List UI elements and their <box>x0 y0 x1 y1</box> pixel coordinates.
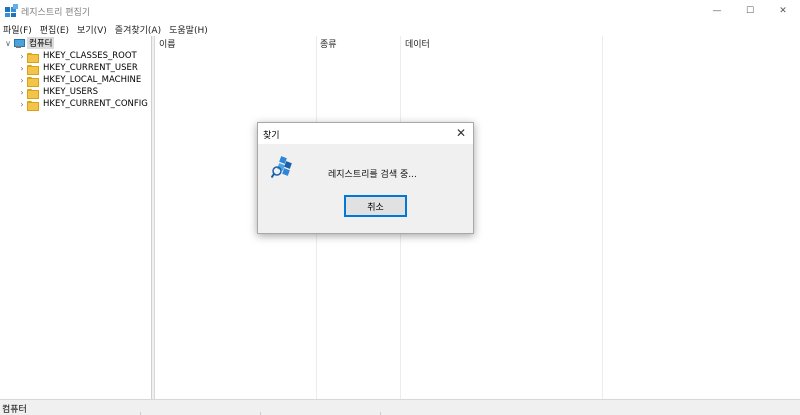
minimize-button[interactable]: — <box>700 0 734 22</box>
folder-icon <box>27 64 39 75</box>
column-header-name[interactable]: 이름 <box>159 37 176 50</box>
title-bar: 레지스트리 편집기 — ☐ ✕ <box>0 0 800 22</box>
values-list-pane[interactable]: 이름 종류 데이터 <box>156 36 800 399</box>
menu-favorites[interactable]: 즐겨찾기(A) <box>115 23 161 36</box>
tree-pane[interactable]: ∨ 컴퓨터 › HKEY_CLASSES_ROOT › HKEY_CURRENT… <box>0 36 152 399</box>
tree-item-label: HKEY_CURRENT_USER <box>43 63 138 73</box>
tree-item-hkcc[interactable]: › HKEY_CURRENT_CONFIG <box>17 98 148 111</box>
tree-item-hklm[interactable]: › HKEY_LOCAL_MACHINE <box>17 74 142 87</box>
folder-icon <box>27 88 39 99</box>
tree-item-hkcu[interactable]: › HKEY_CURRENT_USER <box>17 62 138 75</box>
dialog-title-bar: 찾기 ✕ <box>258 123 473 144</box>
close-icon[interactable]: ✕ <box>454 126 468 140</box>
tree-item-computer[interactable]: ∨ 컴퓨터 <box>3 37 55 49</box>
menu-file[interactable]: 파일(F) <box>3 23 32 36</box>
registry-search-icon <box>271 156 292 179</box>
chevron-right-icon[interactable]: › <box>17 88 27 97</box>
tree-item-label: HKEY_CLASSES_ROOT <box>43 51 137 61</box>
menu-help[interactable]: 도움말(H) <box>169 23 208 36</box>
regedit-app-icon <box>5 4 18 17</box>
status-bar: 컴퓨터 <box>0 399 800 415</box>
chevron-right-icon[interactable]: › <box>17 100 27 109</box>
column-divider[interactable] <box>602 36 603 399</box>
tree-item-label: 컴퓨터 <box>27 37 55 49</box>
menu-edit[interactable]: 편집(E) <box>40 23 69 36</box>
chevron-right-icon[interactable]: › <box>17 76 27 85</box>
column-header-data[interactable]: 데이터 <box>405 37 430 50</box>
menu-view[interactable]: 보기(V) <box>77 23 107 36</box>
tree-item-label: HKEY_LOCAL_MACHINE <box>43 75 142 85</box>
dialog-title: 찾기 <box>263 131 280 141</box>
chevron-right-icon[interactable]: › <box>17 52 27 61</box>
maximize-button[interactable]: ☐ <box>733 0 767 22</box>
chevron-down-icon[interactable]: ∨ <box>3 39 13 48</box>
status-path: 컴퓨터 <box>2 405 27 415</box>
close-window-button[interactable]: ✕ <box>766 0 800 22</box>
tree-item-hku[interactable]: › HKEY_USERS <box>17 86 99 99</box>
window-title: 레지스트리 편집기 <box>21 8 91 18</box>
folder-icon <box>27 52 39 63</box>
folder-icon <box>27 76 39 87</box>
tree-item-label: HKEY_USERS <box>43 87 99 97</box>
cancel-button[interactable]: 취소 <box>344 195 407 217</box>
tree-item-hkcr[interactable]: › HKEY_CLASSES_ROOT <box>17 50 137 63</box>
chevron-right-icon[interactable]: › <box>17 64 27 73</box>
find-dialog: 찾기 ✕ 레지스트리를 검색 중... 취소 <box>257 122 474 234</box>
folder-icon <box>27 100 39 111</box>
pane-splitter[interactable] <box>152 36 155 399</box>
column-header-type[interactable]: 종류 <box>320 37 337 50</box>
computer-icon <box>13 38 25 48</box>
menu-bar: 파일(F) 편집(E) 보기(V) 즐겨찾기(A) 도움말(H) <box>0 22 800 36</box>
tree-item-label: HKEY_CURRENT_CONFIG <box>43 99 148 109</box>
dialog-message: 레지스트리를 검색 중... <box>328 170 417 180</box>
